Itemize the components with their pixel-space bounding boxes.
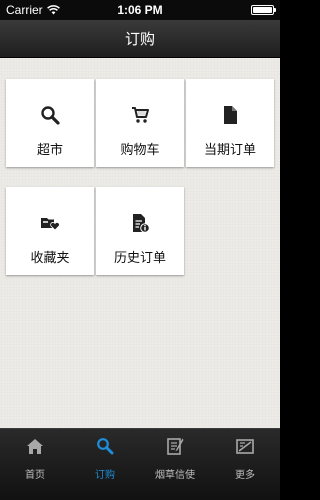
tab-messenger[interactable]: 烟草信使	[140, 435, 210, 497]
order-history-tile[interactable]: 历史订单	[96, 187, 184, 275]
navigation-bar: 订购	[0, 20, 280, 58]
page-title: 订购	[124, 30, 155, 48]
order-history-icon	[133, 214, 150, 233]
search-icon	[97, 438, 114, 455]
favorites-tile[interactable]: 收藏夹	[6, 187, 94, 275]
tab-more[interactable]: 更多	[210, 435, 280, 497]
home-icon	[27, 439, 43, 454]
tab-label: 首页	[25, 470, 45, 481]
more-icon	[236, 439, 254, 454]
tile-label: 当期订单	[203, 143, 256, 158]
tab-home[interactable]: 首页	[0, 435, 70, 497]
tile-label: 购物车	[120, 143, 160, 158]
tile-label: 历史订单	[113, 251, 166, 266]
search-icon	[41, 106, 60, 125]
tile-label: 收藏夹	[30, 251, 70, 266]
note-icon	[167, 438, 184, 455]
tab-label: 订购	[95, 470, 115, 481]
favorites-folder-icon	[41, 218, 60, 231]
menu-grid: 超市 购物车 当期订单 收藏夹 历史订单	[0, 58, 280, 428]
status-bar: Carrier 1:06 PM	[0, 0, 280, 20]
battery-icon	[251, 5, 276, 15]
document-icon	[224, 106, 237, 124]
cart-icon	[132, 107, 149, 123]
tab-bar: 首页 订购 烟草信使 更多	[0, 428, 280, 500]
status-time: 1:06 PM	[117, 3, 163, 17]
tab-label: 烟草信使	[155, 470, 195, 481]
cart-tile[interactable]: 购物车	[96, 79, 184, 167]
current-orders-tile[interactable]: 当期订单	[186, 79, 274, 167]
tile-label: 超市	[36, 143, 63, 158]
tab-order[interactable]: 订购	[70, 435, 140, 497]
tab-label: 更多	[235, 470, 255, 481]
supermarket-tile[interactable]: 超市	[6, 79, 94, 167]
